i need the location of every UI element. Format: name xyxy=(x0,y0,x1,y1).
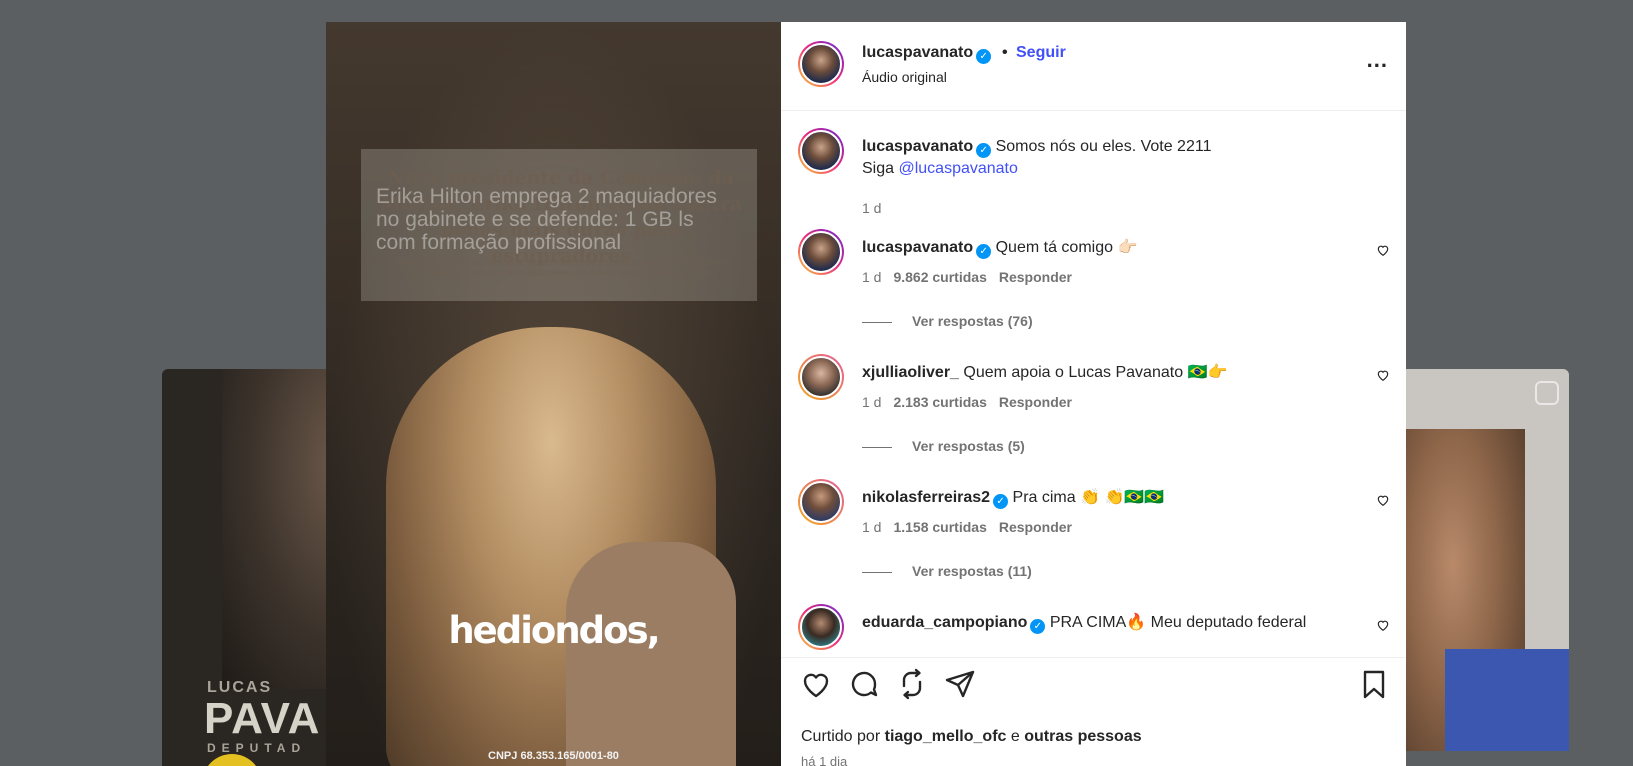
verified-icon: ✓ xyxy=(976,143,992,158)
comment-body: Pra cima 👏 👏🇧🇷🇧🇷 xyxy=(1012,489,1165,506)
post-media[interactable]: Nova presidente da Comissão da Mulher, E… xyxy=(326,22,781,766)
background-post-right[interactable] xyxy=(1405,369,1569,751)
comment-meta: 1 d 9.862 curtidas Responder xyxy=(862,269,1084,285)
comment-likes[interactable]: 1.158 curtidas xyxy=(893,519,986,535)
follow-button[interactable]: Seguir xyxy=(1016,44,1066,62)
caption-prefix: Siga xyxy=(862,160,899,177)
news-overlay-text: Erika Hilton emprega 2 maquiadores no ga… xyxy=(376,185,717,254)
post-actions-bar: Curtido por tiago_mello_ofc e outras pes… xyxy=(781,657,1406,766)
liked-by-and: e xyxy=(1010,728,1020,745)
view-replies-button[interactable]: Ver respostas (76) xyxy=(862,313,1033,329)
view-replies-button[interactable]: Ver respostas (5) xyxy=(862,438,1025,454)
verified-icon: ✓ xyxy=(976,244,992,259)
verified-icon: ✓ xyxy=(1030,619,1046,634)
comment-likes[interactable]: 9.862 curtidas xyxy=(893,269,986,285)
author-username[interactable]: lucaspavanato ✓ xyxy=(862,44,992,64)
background-yellow-shape xyxy=(202,754,262,766)
reply-button[interactable]: Responder xyxy=(999,394,1072,410)
audio-link[interactable]: Áudio original xyxy=(862,69,947,85)
comment-time: 1 d xyxy=(862,269,882,285)
caption-meta: 1 d xyxy=(862,200,893,216)
repost-icon[interactable] xyxy=(896,668,928,700)
comment-body: Quem apoia o Lucas Pavanato 🇧🇷👉 xyxy=(963,364,1228,381)
post-side-panel: lucaspavanato ✓ • Seguir Áudio original .… xyxy=(781,22,1406,766)
background-shirt xyxy=(1445,649,1569,751)
background-post-left[interactable]: LUCAS PAVA DEPUTAD xyxy=(162,369,332,766)
author-avatar[interactable] xyxy=(798,128,844,174)
commenter-avatar[interactable] xyxy=(798,354,844,400)
comment-icon[interactable] xyxy=(848,668,880,700)
liked-by: Curtido por tiago_mello_ofc e outras pes… xyxy=(801,728,1142,746)
heart-icon[interactable] xyxy=(1376,618,1390,632)
post-time[interactable]: há 1 dia xyxy=(801,754,847,766)
heart-icon[interactable] xyxy=(1376,368,1390,382)
author-avatar[interactable] xyxy=(798,41,844,87)
caption-time: 1 d xyxy=(862,200,882,216)
view-replies-button[interactable]: Ver respostas (11) xyxy=(862,563,1032,579)
comment-meta: 1 d 2.183 curtidas Responder xyxy=(862,394,1084,410)
video-caption-word: hediondos, xyxy=(448,609,660,652)
save-icon[interactable] xyxy=(1358,668,1390,700)
heart-icon[interactable] xyxy=(800,668,832,700)
share-icon[interactable] xyxy=(944,668,976,700)
comment-likes[interactable]: 2.183 curtidas xyxy=(893,394,986,410)
news-subheadline: Deputada do PSOL foi escolhida nesta sem… xyxy=(393,258,729,277)
comment-meta: 1 d 1.158 curtidas Responder xyxy=(862,519,1084,535)
woman-shoulder-photo xyxy=(566,542,736,766)
verified-icon: ✓ xyxy=(993,494,1009,509)
caption-username[interactable]: lucaspavanato xyxy=(862,138,973,155)
reply-button[interactable]: Responder xyxy=(999,519,1072,535)
more-icon[interactable]: ... xyxy=(1367,47,1388,73)
liked-by-others[interactable]: outras pessoas xyxy=(1024,728,1141,745)
comment-body: PRA CIMA🔥 Meu deputado federal xyxy=(1049,614,1307,631)
caption-mention[interactable]: @lucaspavanato xyxy=(898,160,1017,177)
comment-username[interactable]: lucaspavanato xyxy=(862,239,973,256)
background-text-big: PAVA xyxy=(204,694,321,743)
comment-text: xjulliaoliver_ Quem apoia o Lucas Pavana… xyxy=(862,362,1352,384)
reply-button[interactable]: Responder xyxy=(999,269,1072,285)
comment-text: lucaspavanato ✓ Quem tá comigo 👉🏻 xyxy=(862,237,1352,259)
liked-by-user[interactable]: tiago_mello_ofc xyxy=(885,728,1007,745)
heart-icon[interactable] xyxy=(1376,243,1390,257)
comment-username[interactable]: nikolasferreiras2 xyxy=(862,489,990,506)
comment-time: 1 d xyxy=(862,394,882,410)
commenter-avatar[interactable] xyxy=(798,479,844,525)
comment-time: 1 d xyxy=(862,519,882,535)
background-text-sub: DEPUTAD xyxy=(207,741,307,755)
verified-icon: ✓ xyxy=(976,49,992,64)
comments-list[interactable]: lucaspavanato ✓ Somos nós ou eles. Vote 2… xyxy=(781,112,1406,657)
background-photo xyxy=(222,369,332,689)
comment-text: eduarda_campopiano ✓ PRA CIMA🔥 Meu deputa… xyxy=(862,612,1352,634)
caption-text: lucaspavanato ✓ Somos nós ou eles. Vote 2… xyxy=(862,136,1352,180)
caption-line1: Somos nós ou eles. Vote 2211 xyxy=(995,138,1212,155)
comment-text: nikolasferreiras2 ✓ Pra cima 👏 👏🇧🇷🇧🇷 xyxy=(862,487,1352,509)
commenter-avatar[interactable] xyxy=(798,229,844,275)
separator-dot: • xyxy=(1002,44,1008,61)
reels-icon xyxy=(1535,381,1559,405)
heart-icon[interactable] xyxy=(1376,493,1390,507)
commenter-avatar[interactable] xyxy=(798,604,844,650)
comment-username[interactable]: xjulliaoliver_ xyxy=(862,364,959,381)
post-header: lucaspavanato ✓ • Seguir Áudio original .… xyxy=(781,22,1406,111)
cnpj-text: CNPJ 68.353.165/0001-80 xyxy=(488,750,619,762)
liked-by-prefix: Curtido por xyxy=(801,728,881,745)
comment-username[interactable]: eduarda_campopiano xyxy=(862,614,1027,631)
comment-body: Quem tá comigo 👉🏻 xyxy=(995,239,1138,256)
